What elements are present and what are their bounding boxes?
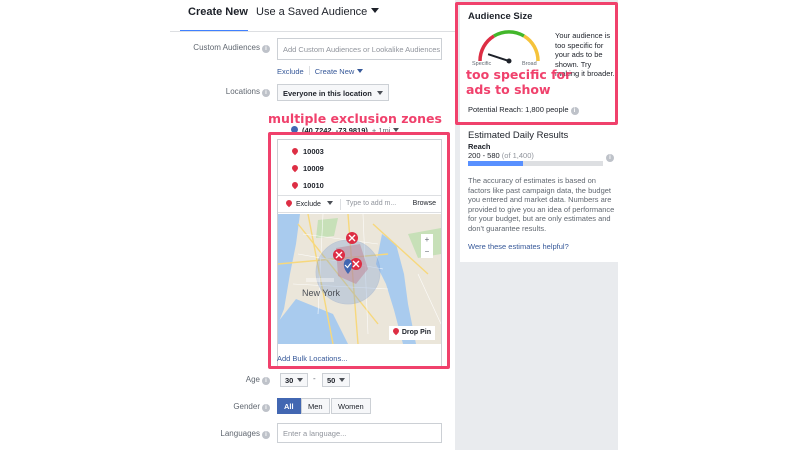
locations-row-label: Locations i: [170, 87, 270, 97]
create-new-dropdown[interactable]: Create New: [315, 67, 364, 76]
gender-women-button[interactable]: Women: [331, 398, 371, 414]
estimated-daily-title: Estimated Daily Results: [468, 130, 569, 141]
custom-audiences-label: Custom Audiences: [193, 43, 260, 52]
gender-label: Gender: [233, 402, 260, 411]
info-icon[interactable]: i: [262, 377, 270, 385]
gender-row-label: Gender i: [170, 402, 270, 412]
info-icon[interactable]: i: [262, 404, 270, 412]
create-new-label: Create New: [314, 67, 355, 76]
info-icon[interactable]: i: [262, 89, 270, 97]
locations-label: Locations: [225, 87, 260, 96]
age-max-dropdown[interactable]: 50: [322, 373, 351, 387]
age-label: Age: [245, 375, 260, 384]
left-margin: [0, 0, 170, 450]
chevron-down-icon: [371, 8, 380, 13]
info-icon[interactable]: i: [262, 431, 270, 439]
right-margin: [618, 0, 800, 450]
exclusion-zones-annotation: multiple exclusion zones: [268, 111, 442, 126]
reach-bar: [468, 161, 603, 166]
chevron-down-icon: [376, 91, 383, 95]
reach-of-total: (of 1,400): [501, 151, 534, 160]
location-scope-label: Everyone in this location: [283, 89, 372, 98]
info-icon[interactable]: i: [262, 45, 270, 53]
age-separator: -: [313, 374, 316, 383]
age-max-label: 50: [327, 376, 336, 385]
link-separator: [308, 66, 310, 75]
exclusion-zones-highlight: [268, 132, 450, 369]
languages-row-label: Languages i: [170, 429, 270, 439]
gender-men-button[interactable]: Men: [301, 398, 330, 414]
chevron-down-icon: [297, 378, 304, 382]
tab-divider: [170, 31, 455, 32]
info-icon[interactable]: i: [606, 154, 614, 162]
custom-audiences-row-label: Custom Audiences i: [170, 43, 270, 53]
age-min-dropdown[interactable]: 30: [280, 373, 309, 387]
age-row-label: Age i: [170, 375, 270, 385]
tab-create-new[interactable]: Create New: [188, 6, 248, 18]
custom-audiences-input[interactable]: Add Custom Audiences or Lookalike Audien…: [277, 38, 442, 60]
reach-label: Reach: [468, 142, 491, 151]
exclude-link[interactable]: Exclude: [277, 67, 304, 76]
estimated-daily-results-card: Estimated Daily Results Reach 200 - 580 …: [460, 124, 618, 262]
reach-range-value: 200 - 580: [468, 151, 500, 160]
estimates-description: The accuracy of estimates is based on fa…: [468, 176, 615, 233]
chevron-down-icon: [339, 378, 346, 382]
tab-use-saved-audience[interactable]: Use a Saved Audience: [256, 6, 380, 18]
too-specific-annotation: too specific for ads to show: [466, 67, 572, 97]
reach-range: 200 - 580 (of 1,400): [468, 151, 534, 160]
chevron-down-icon: [357, 69, 364, 73]
custom-audiences-links: Exclude Create New: [277, 66, 364, 76]
gender-all-button[interactable]: All: [277, 398, 301, 414]
too-specific-highlight: [455, 2, 618, 125]
languages-label: Languages: [220, 429, 260, 438]
age-min-label: 30: [285, 376, 294, 385]
reach-bar-fill: [468, 161, 524, 166]
location-scope-dropdown[interactable]: Everyone in this location: [277, 84, 389, 101]
tab-saved-label: Use a Saved Audience: [256, 6, 368, 18]
languages-input[interactable]: Enter a language...: [277, 423, 442, 443]
estimates-helpful-link[interactable]: Were these estimates helpful?: [468, 242, 569, 251]
